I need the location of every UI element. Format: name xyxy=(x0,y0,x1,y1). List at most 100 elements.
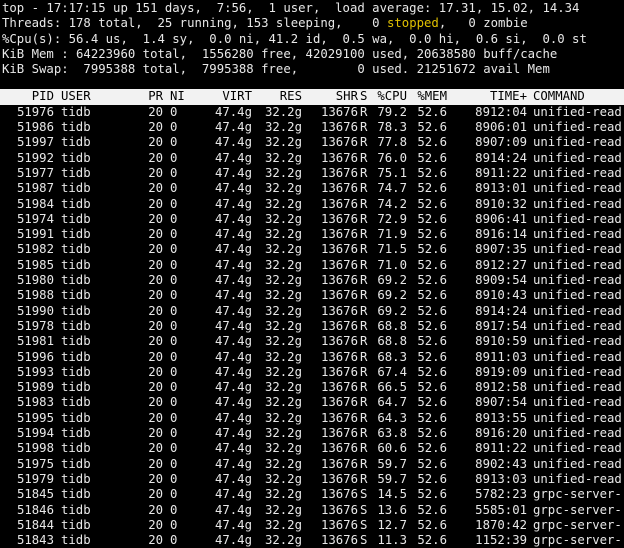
process-row[interactable]: 51978 tidb 20 0 47.4g 32.2g 13676 R 68.8 52.6 8917… xyxy=(2,319,622,334)
process-pid: 51976 xyxy=(16,104,54,119)
process-row[interactable]: 51979 tidb 20 0 47.4g 32.2g 13676 R 59.7 52.6 8913… xyxy=(2,472,622,487)
process-user: tidb xyxy=(61,104,91,119)
process-priority: 20 xyxy=(148,288,163,303)
process-row[interactable]: 51844 tidb 20 0 47.4g 32.2g 13676 S 12.7 52.6 1870… xyxy=(2,518,622,533)
process-row[interactable]: 51997 tidb 20 0 47.4g 32.2g 13676 R 77.8 52.6 8907… xyxy=(2,135,622,150)
process-row[interactable]: 51989 tidb 20 0 47.4g 32.2g 13676 R 66.5 52.6 8912… xyxy=(2,380,622,395)
process-row[interactable]: 51977 tidb 20 0 47.4g 32.2g 13676 R 75.1 52.6 8911… xyxy=(2,166,622,181)
process-mem: 52.6 xyxy=(417,257,447,272)
process-nice: 0 xyxy=(170,364,178,379)
process-pid: 51978 xyxy=(16,318,54,333)
process-time: 1870:42 xyxy=(475,517,527,532)
process-command: grpc-server-1 xyxy=(533,533,622,548)
process-pid: 51995 xyxy=(16,410,54,425)
process-user: tidb xyxy=(61,318,91,333)
process-res: 32.2g xyxy=(264,135,302,150)
process-row[interactable]: 51990 tidb 20 0 47.4g 32.2g 13676 R 69.2 52.6 8914… xyxy=(2,304,622,319)
process-row[interactable]: 51983 tidb 20 0 47.4g 32.2g 13676 R 64.7 52.6 8907… xyxy=(2,395,622,410)
process-shr: 13676 xyxy=(320,227,358,242)
process-row[interactable]: 51982 tidb 20 0 47.4g 32.2g 13676 R 71.5 52.6 8907… xyxy=(2,242,622,257)
process-priority: 20 xyxy=(148,502,163,517)
process-row[interactable]: 51845 tidb 20 0 47.4g 32.2g 13676 S 14.5 52.6 5782… xyxy=(2,487,622,502)
process-row[interactable]: 51994 tidb 20 0 47.4g 32.2g 13676 R 63.8 52.6 8916… xyxy=(2,426,622,441)
process-time: 1152:39 xyxy=(475,533,527,548)
process-row[interactable]: 51980 tidb 20 0 47.4g 32.2g 13676 R 69.2 52.6 8909… xyxy=(2,273,622,288)
process-row[interactable]: 51993 tidb 20 0 47.4g 32.2g 13676 R 67.4 52.6 8919… xyxy=(2,365,622,380)
process-time: 8907:09 xyxy=(475,135,527,150)
process-pid: 51975 xyxy=(16,456,54,471)
process-pid: 51998 xyxy=(16,441,54,456)
process-shr: 13676 xyxy=(320,104,358,119)
process-pid: 51845 xyxy=(16,487,54,502)
process-row[interactable]: 51987 tidb 20 0 47.4g 32.2g 13676 R 74.7 52.6 8913… xyxy=(2,181,622,196)
process-state: R xyxy=(360,135,368,150)
process-mem: 52.6 xyxy=(417,181,447,196)
process-state: R xyxy=(360,181,368,196)
process-pid: 51988 xyxy=(16,288,54,303)
process-pid: 51844 xyxy=(16,517,54,532)
process-shr: 13676 xyxy=(320,303,358,318)
process-cpu: 69.2 xyxy=(377,273,407,288)
process-time: 8913:03 xyxy=(475,471,527,486)
process-cpu: 68.8 xyxy=(377,334,407,349)
process-shr: 13676 xyxy=(320,150,358,165)
process-row[interactable]: 51988 tidb 20 0 47.4g 32.2g 13676 R 69.2 52.6 8910… xyxy=(2,288,622,303)
col-res: RES xyxy=(279,89,302,104)
process-priority: 20 xyxy=(148,135,163,150)
process-time: 8910:59 xyxy=(475,334,527,349)
process-shr: 13676 xyxy=(320,135,358,150)
process-cpu: 76.0 xyxy=(377,150,407,165)
process-row[interactable]: 51843 tidb 20 0 47.4g 32.2g 13676 S 11.3 52.6 1152… xyxy=(2,533,622,548)
cpu-line: %Cpu(s): 56.4 us, 1.4 sy, 0.0 ni, 41.2 i… xyxy=(2,31,587,46)
process-time: 8911:03 xyxy=(475,349,527,364)
process-pid: 51989 xyxy=(16,380,54,395)
process-row[interactable]: 51984 tidb 20 0 47.4g 32.2g 13676 R 74.2 52.6 8910… xyxy=(2,197,622,212)
process-nice: 0 xyxy=(170,273,178,288)
process-priority: 20 xyxy=(148,349,163,364)
process-virt: 47.4g xyxy=(214,150,252,165)
process-cpu: 64.7 xyxy=(377,395,407,410)
process-user: tidb xyxy=(61,165,91,180)
process-command: unified-read-po xyxy=(533,334,622,349)
process-shr: 13676 xyxy=(320,242,358,257)
process-row[interactable]: 51976 tidb 20 0 47.4g 32.2g 13676 R 79.2 52.6 8912… xyxy=(2,105,622,120)
process-pid: 51993 xyxy=(16,364,54,379)
process-row[interactable]: 51985 tidb 20 0 47.4g 32.2g 13676 R 71.0 52.6 8912… xyxy=(2,258,622,273)
process-row[interactable]: 51998 tidb 20 0 47.4g 32.2g 13676 R 60.6 52.6 8911… xyxy=(2,441,622,456)
process-row[interactable]: 51992 tidb 20 0 47.4g 32.2g 13676 R 76.0 52.6 8914… xyxy=(2,151,622,166)
process-shr: 13676 xyxy=(320,456,358,471)
process-virt: 47.4g xyxy=(214,410,252,425)
process-virt: 47.4g xyxy=(214,471,252,486)
process-row[interactable]: 51846 tidb 20 0 47.4g 32.2g 13676 S 13.6 52.6 5585… xyxy=(2,503,622,518)
process-row[interactable]: 51991 tidb 20 0 47.4g 32.2g 13676 R 71.9 52.6 8916… xyxy=(2,227,622,242)
process-virt: 47.4g xyxy=(214,196,252,211)
process-command: unified-read-po xyxy=(533,104,622,119)
process-cpu: 71.9 xyxy=(377,227,407,242)
process-res: 32.2g xyxy=(264,257,302,272)
process-res: 32.2g xyxy=(264,211,302,226)
process-priority: 20 xyxy=(148,456,163,471)
process-command: unified-read-po xyxy=(533,273,622,288)
process-nice: 0 xyxy=(170,288,178,303)
process-priority: 20 xyxy=(148,380,163,395)
process-nice: 0 xyxy=(170,318,178,333)
process-mem: 52.6 xyxy=(417,318,447,333)
process-mem: 52.6 xyxy=(417,273,447,288)
process-shr: 13676 xyxy=(320,517,358,532)
process-time: 8910:32 xyxy=(475,196,527,211)
process-row[interactable]: 51974 tidb 20 0 47.4g 32.2g 13676 R 72.9 52.6 8906… xyxy=(2,212,622,227)
process-row[interactable]: 51986 tidb 20 0 47.4g 32.2g 13676 R 78.3 52.6 8906… xyxy=(2,120,622,135)
process-cpu: 78.3 xyxy=(377,120,407,135)
process-row[interactable]: 51975 tidb 20 0 47.4g 32.2g 13676 R 59.7 52.6 8902… xyxy=(2,457,622,472)
process-row[interactable]: 51981 tidb 20 0 47.4g 32.2g 13676 R 68.8 52.6 8910… xyxy=(2,334,622,349)
process-res: 32.2g xyxy=(264,242,302,257)
process-row[interactable]: 51995 tidb 20 0 47.4g 32.2g 13676 R 64.3 52.6 8913… xyxy=(2,411,622,426)
process-row[interactable]: 51996 tidb 20 0 47.4g 32.2g 13676 R 68.3 52.6 8911… xyxy=(2,350,622,365)
process-state: R xyxy=(360,196,368,211)
process-priority: 20 xyxy=(148,104,163,119)
process-pid: 51981 xyxy=(16,334,54,349)
process-command: unified-read-po xyxy=(533,165,622,180)
process-user: tidb xyxy=(61,227,91,242)
process-cpu: 59.7 xyxy=(377,456,407,471)
process-state: R xyxy=(360,334,368,349)
